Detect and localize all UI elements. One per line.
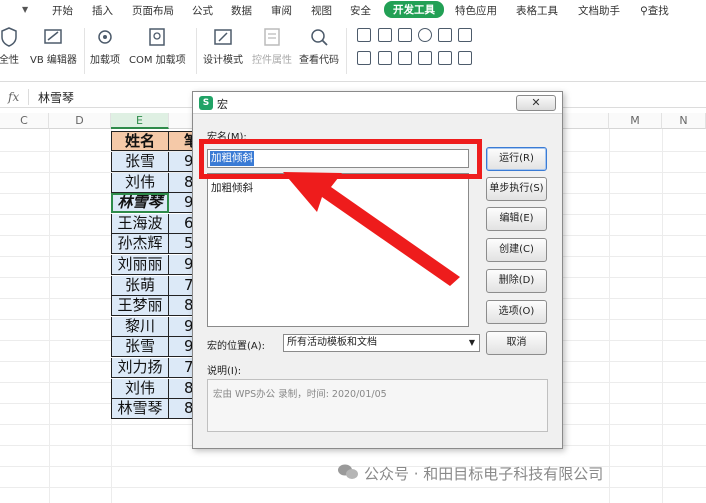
red-arrow-annotation [283,172,460,286]
wechat-icon [338,464,358,479]
watermark-text: 公众号 · 和田目标电子科技有限公司 [364,465,604,483]
